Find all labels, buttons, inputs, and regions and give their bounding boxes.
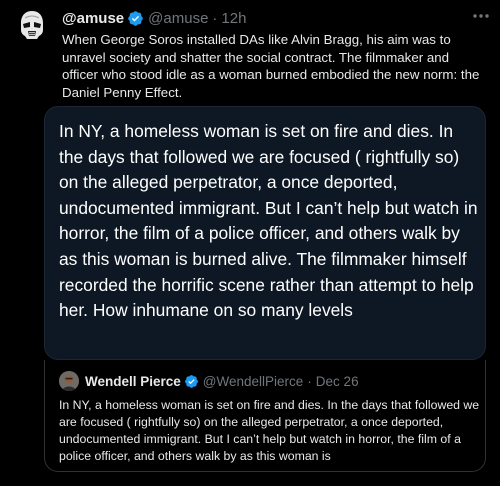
quoted-header-separator: · bbox=[307, 373, 312, 389]
author-display-name[interactable]: @amuse bbox=[62, 10, 124, 27]
quoted-tweet-text: In NY, a homeless woman is set on fire a… bbox=[59, 398, 480, 463]
author-handle[interactable]: @amuse bbox=[148, 10, 208, 27]
header-separator: · bbox=[212, 9, 218, 27]
tweet[interactable]: @amuse @amuse · 12h When George Soros in… bbox=[0, 0, 500, 486]
verified-badge-icon bbox=[184, 374, 199, 389]
tweet-timestamp[interactable]: 12h bbox=[221, 10, 246, 27]
quoted-tweet[interactable]: Wendell Pierce @WendellPierce · Dec 26 I… bbox=[44, 360, 486, 472]
quoted-tweet-date[interactable]: Dec 26 bbox=[316, 374, 359, 389]
quoted-tweet-header: Wendell Pierce @WendellPierce · Dec 26 bbox=[85, 372, 359, 390]
quoted-author-name[interactable]: Wendell Pierce bbox=[85, 374, 181, 389]
tweet-header: @amuse @amuse · 12h bbox=[62, 8, 246, 28]
image-text: In NY, a homeless woman is set on fire a… bbox=[59, 121, 478, 321]
quoted-author-handle[interactable]: @WendellPierce bbox=[203, 374, 304, 389]
stormtrooper-avatar-icon[interactable] bbox=[13, 6, 51, 44]
quoted-author-avatar[interactable] bbox=[59, 371, 79, 391]
tweet-text: When George Soros installed DAs like Alv… bbox=[62, 32, 480, 100]
verified-badge-icon bbox=[127, 10, 144, 27]
tweet-image[interactable]: In NY, a homeless woman is set on fire a… bbox=[44, 106, 486, 360]
more-dots-icon[interactable] bbox=[470, 6, 492, 26]
